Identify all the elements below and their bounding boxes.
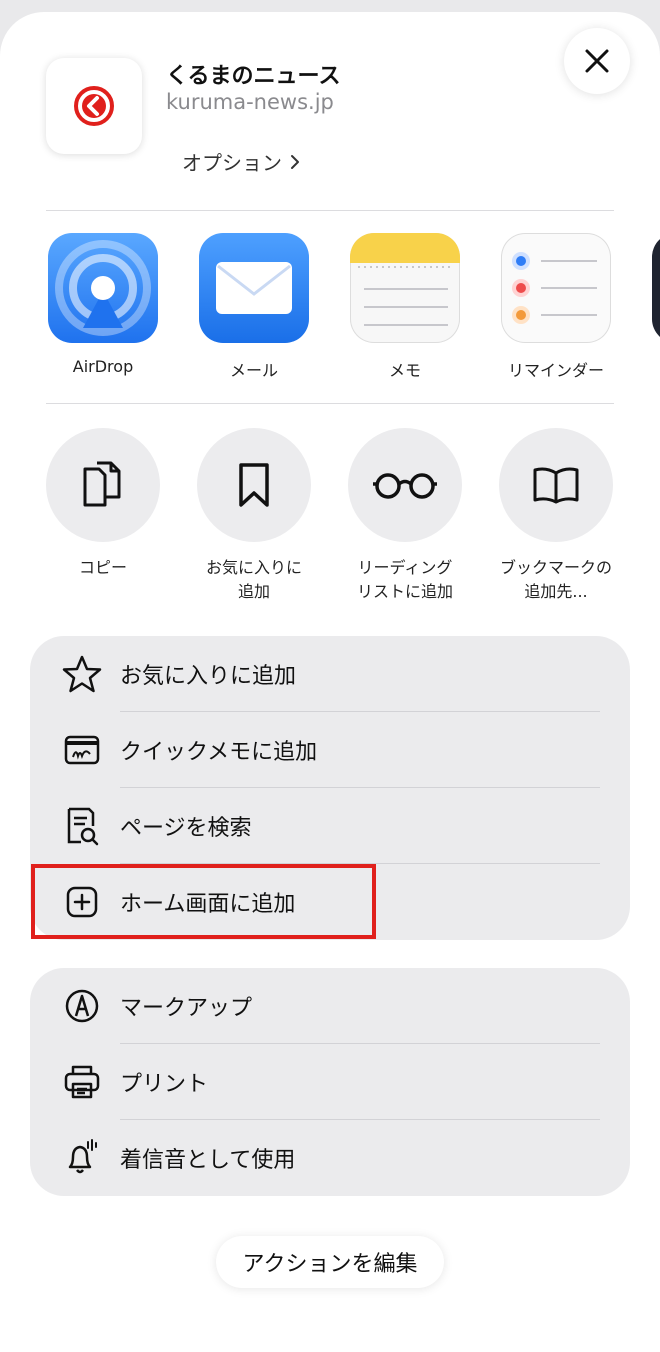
app-label: AirDrop (72, 357, 134, 376)
options-button[interactable]: オプション (182, 147, 300, 176)
highlight-annotation (31, 864, 376, 939)
list-item-label: お気に入りに追加 (120, 664, 297, 689)
app-label: メモ (388, 361, 421, 380)
app-share-row: AirDrop メール メモ リマインダー (0, 233, 660, 383)
action-bookmark-to[interactable]: ブックマークの 追加先... (481, 428, 631, 604)
book-icon (499, 428, 613, 542)
app-label: リマインダー (507, 361, 604, 380)
notes-icon (350, 233, 460, 343)
action-label: お気に入りに 追加 (205, 558, 302, 601)
site-title: くるまのニュース (166, 64, 341, 89)
action-add-favorite[interactable]: お気に入りに 追加 (179, 428, 329, 604)
app-reminders[interactable]: リマインダー (481, 233, 631, 381)
site-logo (46, 58, 142, 154)
list-item-label: クイックメモに追加 (120, 740, 318, 765)
app-notes[interactable]: メモ (330, 233, 480, 381)
markup-icon (62, 986, 102, 1026)
bell-icon (62, 1138, 102, 1178)
copy-icon (46, 428, 160, 542)
action-label: ブックマークの 追加先... (499, 558, 612, 601)
chevron-right-icon (291, 154, 299, 169)
action-list-2: マークアップ プリント 着信音として使用 (30, 968, 630, 1196)
app-label: メール (229, 361, 278, 380)
star-icon (62, 654, 102, 694)
action-copy[interactable]: コピー (28, 428, 178, 580)
share-sheet: くるまのニュース kuruma-news.jp オプション AirDrop メー… (0, 12, 660, 1352)
mail-icon (199, 233, 309, 343)
list-item-label: マークアップ (120, 996, 253, 1021)
app-airdrop[interactable]: AirDrop (28, 233, 178, 376)
options-label: オプション (182, 151, 282, 175)
quick-note-icon (62, 730, 102, 770)
close-icon (585, 49, 609, 73)
glasses-icon (348, 428, 462, 542)
list-item-label: ページを検索 (120, 816, 252, 841)
close-button[interactable] (564, 28, 630, 94)
divider (46, 403, 614, 404)
list-item-find-on-page[interactable]: ページを検索 (30, 788, 630, 864)
list-item-print[interactable]: プリント (30, 1044, 630, 1120)
list-item-markup[interactable]: マークアップ (30, 968, 630, 1044)
find-on-page-icon (62, 806, 102, 846)
kuruma-logo-icon (74, 86, 114, 126)
printer-icon (62, 1062, 102, 1102)
bookmark-icon (197, 428, 311, 542)
app-mail[interactable]: メール (179, 233, 329, 381)
airdrop-icon (48, 233, 158, 343)
app-more[interactable] (632, 233, 660, 343)
action-label: リーディング リストに追加 (356, 558, 453, 601)
site-url: kuruma-news.jp (166, 90, 334, 114)
action-label: コピー (78, 558, 127, 577)
divider (46, 210, 614, 211)
list-item-add-favorites[interactable]: お気に入りに追加 (30, 636, 630, 712)
list-item-use-as-ringtone[interactable]: 着信音として使用 (30, 1120, 630, 1196)
list-item-label: プリント (120, 1072, 209, 1097)
list-item-quick-note[interactable]: クイックメモに追加 (30, 712, 630, 788)
reminders-icon (501, 233, 611, 343)
list-item-label: 着信音として使用 (120, 1148, 296, 1173)
edit-actions-button[interactable]: アクションを編集 (216, 1236, 444, 1288)
app-partial-icon (652, 233, 660, 343)
action-reading-list[interactable]: リーディング リストに追加 (330, 428, 480, 604)
